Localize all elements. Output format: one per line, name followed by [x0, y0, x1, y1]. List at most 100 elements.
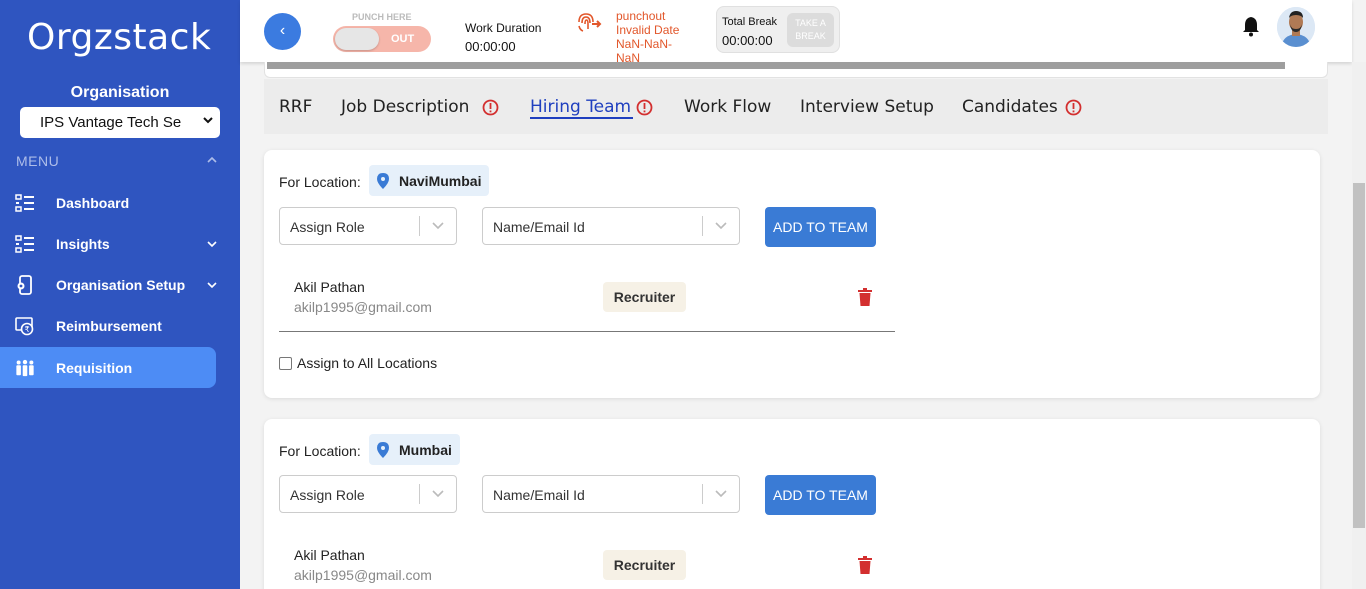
member-search-placeholder: Name/Email Id [493, 219, 585, 235]
total-break-box: Total Break 00:00:00 TAKE A BREAK [716, 6, 840, 53]
chevron-up-icon[interactable] [206, 154, 218, 166]
punch-label: PUNCH HERE [352, 12, 412, 22]
assign-all-checkbox[interactable] [279, 357, 292, 370]
sidebar-item-label: Organisation Setup [56, 277, 186, 293]
user-avatar-image [1277, 7, 1315, 47]
toggle-knob [335, 28, 379, 50]
location-name: NaviMumbai [399, 173, 482, 189]
punch-toggle[interactable]: OUT [333, 26, 431, 52]
member-divider [279, 331, 895, 332]
add-to-team-button[interactable]: ADD TO TEAM [765, 475, 876, 515]
reimbursement-icon: ₹ [15, 317, 34, 336]
organisation-select[interactable]: IPS Vantage Tech Se [20, 107, 220, 138]
previous-card [264, 62, 1328, 78]
top-header: ‹ PUNCH HERE OUT Work Duration 00:00:00 … [240, 0, 1352, 65]
take-break-button[interactable]: TAKE A BREAK [787, 13, 834, 47]
insights-icon [15, 235, 34, 253]
chevron-down-icon [715, 490, 727, 498]
member-name: Akil Pathan [294, 547, 365, 563]
sidebar-item-organisation-setup[interactable]: Organisation Setup [0, 264, 217, 305]
total-break-value: 00:00:00 [722, 33, 773, 48]
sidebar-item-reimbursement[interactable]: ₹ Reimbursement [0, 305, 216, 346]
menu-header: MENU [16, 153, 60, 169]
tab-candidates[interactable]: Candidates [962, 97, 1058, 117]
tab-hiring-team[interactable]: Hiring Team [530, 97, 631, 117]
location-name: Mumbai [399, 442, 452, 458]
add-to-team-button[interactable]: ADD TO TEAM [765, 207, 876, 247]
sidebar-item-label: Reimbursement [56, 318, 162, 334]
punchout-info: punchout Invalid Date NaN-NaN- NaN [616, 9, 679, 65]
requisition-icon [16, 359, 34, 377]
select-separator [419, 216, 420, 236]
location-chip: Mumbai [369, 434, 460, 465]
app-logo[interactable]: Orgzstack [27, 18, 211, 58]
member-email: akilp1995@gmail.com [294, 299, 432, 315]
member-role-badge: Recruiter [603, 282, 686, 312]
sidebar-item-insights[interactable]: Insights [0, 223, 217, 264]
fingerprint-icon [578, 13, 602, 32]
page-scrollbar[interactable] [1352, 62, 1366, 589]
sidebar-item-label: Requisition [56, 360, 133, 376]
back-button[interactable]: ‹ [264, 13, 301, 50]
chevron-down-icon [715, 222, 727, 230]
warning-icon [1065, 99, 1082, 116]
chevron-down-icon [432, 222, 444, 230]
tab-rrf[interactable]: RRF [279, 97, 312, 117]
active-tab-indicator [530, 117, 633, 119]
member-search-placeholder: Name/Email Id [493, 487, 585, 503]
tab-job-description[interactable]: Job Description [341, 97, 469, 117]
requisition-tabs: RRF Job Description Hiring Team Work Flo… [264, 79, 1328, 134]
warning-icon [636, 99, 653, 116]
location-pin-icon [377, 173, 389, 189]
location-card-navimumbai: For Location: NaviMumbai Assign Role Nam… [264, 150, 1320, 398]
dashboard-icon [15, 194, 34, 212]
location-label: For Location: [279, 174, 361, 190]
location-label: For Location: [279, 443, 361, 459]
user-avatar[interactable] [1277, 7, 1315, 47]
organisation-select-value: IPS Vantage Tech Se [40, 114, 182, 131]
select-separator [419, 484, 420, 504]
svg-text:₹: ₹ [24, 325, 29, 334]
location-pin-icon [377, 442, 389, 458]
sidebar-item-label: Insights [56, 236, 110, 252]
location-card-mumbai: For Location: Mumbai Assign Role Name/Em… [264, 419, 1320, 589]
card-progress-bar [267, 62, 1285, 69]
sidebar-item-label: Dashboard [56, 195, 130, 211]
chevron-down-icon [203, 117, 213, 124]
location-chip: NaviMumbai [369, 165, 489, 196]
bell-icon[interactable] [1241, 15, 1261, 37]
total-break-label: Total Break [722, 16, 778, 28]
punchout-date: Invalid Date [616, 23, 680, 37]
assign-role-placeholder: Assign Role [290, 219, 365, 235]
sidebar-item-dashboard[interactable]: Dashboard [0, 182, 216, 223]
assign-role-select[interactable]: Assign Role [279, 207, 457, 245]
assign-role-select[interactable]: Assign Role [279, 475, 457, 513]
chevron-down-icon [432, 490, 444, 498]
tab-work-flow[interactable]: Work Flow [684, 97, 771, 117]
delete-icon[interactable] [858, 288, 872, 306]
sidebar: Orgzstack Organisation IPS Vantage Tech … [0, 0, 240, 589]
sidebar-item-requisition[interactable]: Requisition [0, 347, 216, 388]
take-break-label-1: TAKE A [795, 18, 826, 28]
warning-icon [482, 99, 499, 116]
punch-state: OUT [391, 33, 415, 45]
chevron-down-icon [207, 241, 217, 248]
organisation-setup-icon [17, 275, 32, 295]
assign-all-label: Assign to All Locations [297, 355, 438, 371]
member-search-select[interactable]: Name/Email Id [482, 475, 740, 513]
member-email: akilp1995@gmail.com [294, 567, 432, 583]
work-duration-value: 00:00:00 [465, 39, 516, 54]
delete-icon[interactable] [858, 556, 872, 574]
work-duration-label: Work Duration [465, 21, 542, 35]
organisation-label: Organisation [70, 84, 170, 101]
punchout-time: NaN-NaN- [616, 37, 673, 51]
take-break-label-2: BREAK [795, 31, 826, 41]
member-role-badge: Recruiter [603, 550, 686, 580]
select-separator [702, 216, 703, 236]
select-separator [702, 484, 703, 504]
scroll-thumb[interactable] [1353, 183, 1365, 528]
punchout-label: punchout [616, 9, 666, 23]
member-name: Akil Pathan [294, 279, 365, 295]
member-search-select[interactable]: Name/Email Id [482, 207, 740, 245]
tab-interview-setup[interactable]: Interview Setup [800, 97, 934, 117]
